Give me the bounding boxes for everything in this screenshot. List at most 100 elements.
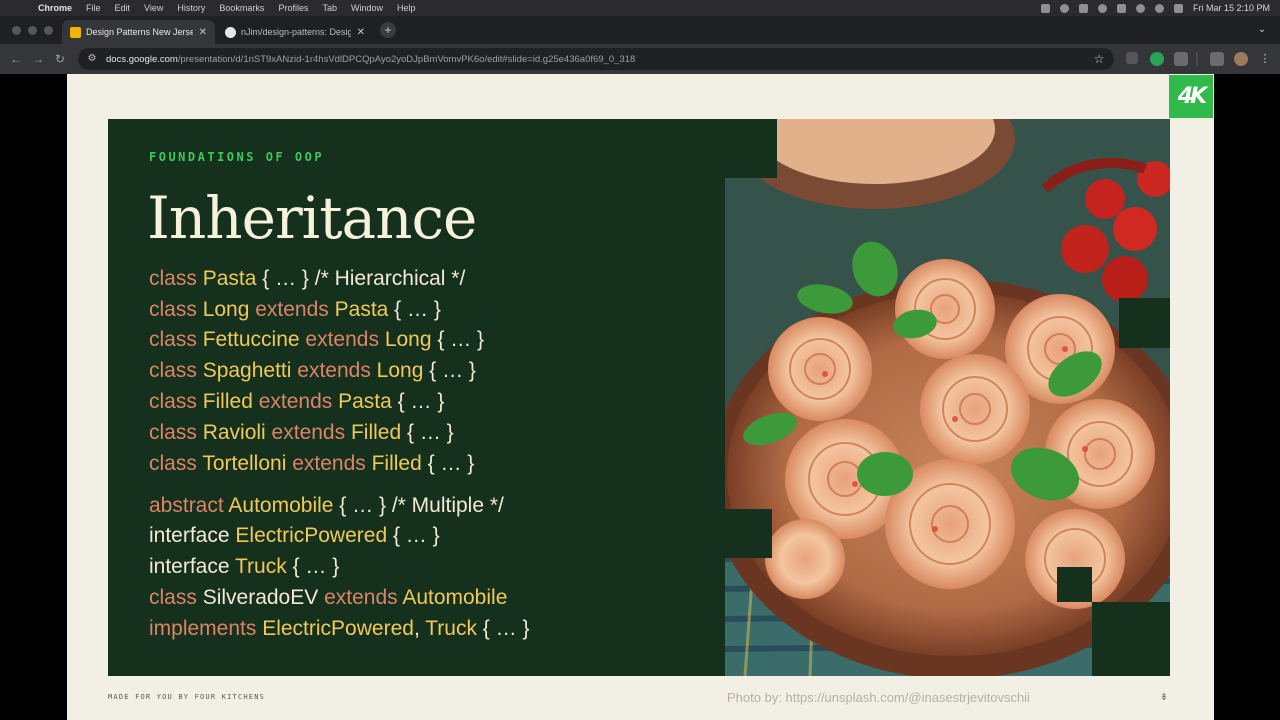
code-token: , <box>413 617 426 640</box>
menu-profiles[interactable]: Profiles <box>278 3 308 13</box>
browser-tab-strip: Design Patterns New Jersey D ✕ nJim/desi… <box>0 16 1280 44</box>
code-token: Long <box>202 298 250 321</box>
menubar-status-area: Fri Mar 15 2:10 PM <box>1040 0 1270 16</box>
code-token: { … } <box>431 328 485 351</box>
code-token: SilveradoEV <box>202 586 319 609</box>
code-line: class Ravioli extends Filled { … } <box>149 420 454 446</box>
code-token: Pasta <box>338 390 392 413</box>
code-token: Pasta <box>202 267 257 290</box>
menu-window[interactable]: Window <box>351 3 383 13</box>
grammarly-icon[interactable] <box>1150 52 1164 66</box>
avatar[interactable] <box>1234 52 1248 66</box>
code-token: Truck <box>235 555 287 578</box>
site-info-icon[interactable]: ⚙ <box>86 53 98 65</box>
pasta-photo <box>725 119 1170 676</box>
slide-title: Inheritance <box>147 184 477 252</box>
macos-menu-bar: Chrome File Edit View History Bookmarks … <box>0 0 1280 16</box>
kebab-menu-icon[interactable]: ⋮ <box>1258 52 1272 66</box>
status-icon[interactable] <box>1078 3 1088 13</box>
code-token: extends <box>286 452 372 475</box>
code-line: class SilveradoEV extends Automobile <box>149 585 507 611</box>
code-token: abstract <box>149 494 229 517</box>
menu-tab[interactable]: Tab <box>322 3 337 13</box>
search-icon[interactable] <box>1154 3 1164 13</box>
extension-icon[interactable] <box>1126 52 1138 64</box>
code-line: class Filled extends Pasta { … } <box>149 389 444 415</box>
window-controls <box>12 26 53 35</box>
code-token: { … } <box>423 359 476 382</box>
apple-icon[interactable] <box>12 3 24 13</box>
code-token: Truck <box>425 617 477 640</box>
code-token: interface <box>149 555 235 578</box>
pasta-illustration <box>725 119 1170 676</box>
code-line: class Pasta { … } /* Hierarchical */ <box>149 266 465 292</box>
code-token: implements <box>149 617 263 640</box>
menu-app-chrome[interactable]: Chrome <box>38 3 72 13</box>
status-icon[interactable] <box>1040 3 1050 13</box>
code-token: Fettuccine <box>202 328 300 351</box>
slide-kicker: FOUNDATIONS OF OOP <box>149 150 325 164</box>
url-domain: docs.google.com <box>106 53 178 65</box>
menu-bookmarks[interactable]: Bookmarks <box>219 3 264 13</box>
browser-toolbar: ← → ↻ ⚙ docs.google.com/presentation/d/1… <box>0 44 1280 74</box>
bookmark-star-icon[interactable]: ☆ <box>1092 52 1106 66</box>
code-token: class <box>149 421 203 444</box>
close-window-button[interactable] <box>12 26 21 35</box>
decorative-notch <box>1119 298 1170 348</box>
menu-edit[interactable]: Edit <box>115 3 131 13</box>
code-token: Filled <box>350 421 402 444</box>
status-icon[interactable] <box>1097 3 1107 13</box>
code-token: Pasta <box>334 298 389 321</box>
close-icon[interactable]: ✕ <box>199 27 207 38</box>
menu-history[interactable]: History <box>177 3 205 13</box>
code-token: class <box>149 298 203 321</box>
menu-help[interactable]: Help <box>397 3 416 13</box>
photo-credit: Photo by: https://unsplash.com/@inasestr… <box>727 690 1030 705</box>
new-tab-button[interactable]: + <box>380 22 396 38</box>
tab-title: nJim/design-patterns: Design <box>241 27 351 37</box>
tab-github-design-patterns[interactable]: nJim/design-patterns: Design ✕ <box>217 20 373 44</box>
control-center-icon[interactable] <box>1173 3 1183 13</box>
close-icon[interactable]: ✕ <box>357 27 365 38</box>
back-button[interactable]: ← <box>8 51 24 67</box>
slides-icon <box>70 26 81 38</box>
menubar-clock[interactable]: Fri Mar 15 2:10 PM <box>1193 3 1270 13</box>
code-token: { … } <box>387 524 440 547</box>
tab-design-patterns-slides[interactable]: Design Patterns New Jersey D ✕ <box>62 20 215 44</box>
forward-button[interactable]: → <box>30 51 46 67</box>
code-token: extends <box>291 359 377 382</box>
code-line: implements ElectricPowered, Truck { … } <box>149 616 530 642</box>
code-token: Filled <box>371 452 422 475</box>
code-token: class <box>149 452 203 475</box>
code-token: extends <box>249 298 335 321</box>
reload-button[interactable]: ↻ <box>52 51 68 67</box>
code-token: class <box>149 390 203 413</box>
code-line: class Long extends Pasta { … } <box>149 297 441 323</box>
chevron-down-icon[interactable]: ⌄ <box>1254 22 1270 38</box>
code-token: Spaghetti <box>202 359 292 382</box>
code-token: { … } <box>391 390 445 413</box>
status-icon[interactable] <box>1059 3 1069 13</box>
address-bar[interactable]: ⚙ docs.google.com/presentation/d/1nST9xA… <box>78 48 1114 70</box>
decorative-notch <box>1092 602 1170 676</box>
minimize-window-button[interactable] <box>28 26 37 35</box>
code-line: class Fettuccine extends Long { … } <box>149 327 484 353</box>
code-token: Automobile <box>402 586 508 609</box>
extensions-puzzle-icon[interactable] <box>1174 52 1188 66</box>
code-token: Automobile <box>228 494 334 517</box>
code-token: { … } <box>286 555 340 578</box>
menu-view[interactable]: View <box>144 3 163 13</box>
wifi-icon[interactable] <box>1135 3 1145 13</box>
toolbar-divider <box>1196 52 1198 66</box>
code-token: ElectricPowered <box>235 524 388 547</box>
maximize-window-button[interactable] <box>44 26 53 35</box>
side-panel-icon[interactable] <box>1210 52 1224 66</box>
menu-file[interactable]: File <box>86 3 101 13</box>
tab-title: Design Patterns New Jersey D <box>86 27 193 37</box>
code-token: extends <box>299 328 385 351</box>
code-token: Tortelloni <box>202 452 287 475</box>
battery-icon[interactable] <box>1116 3 1126 13</box>
code-token: { … } <box>476 617 530 640</box>
code-token: class <box>149 586 203 609</box>
code-token: { … } /* Multiple */ <box>333 494 504 517</box>
